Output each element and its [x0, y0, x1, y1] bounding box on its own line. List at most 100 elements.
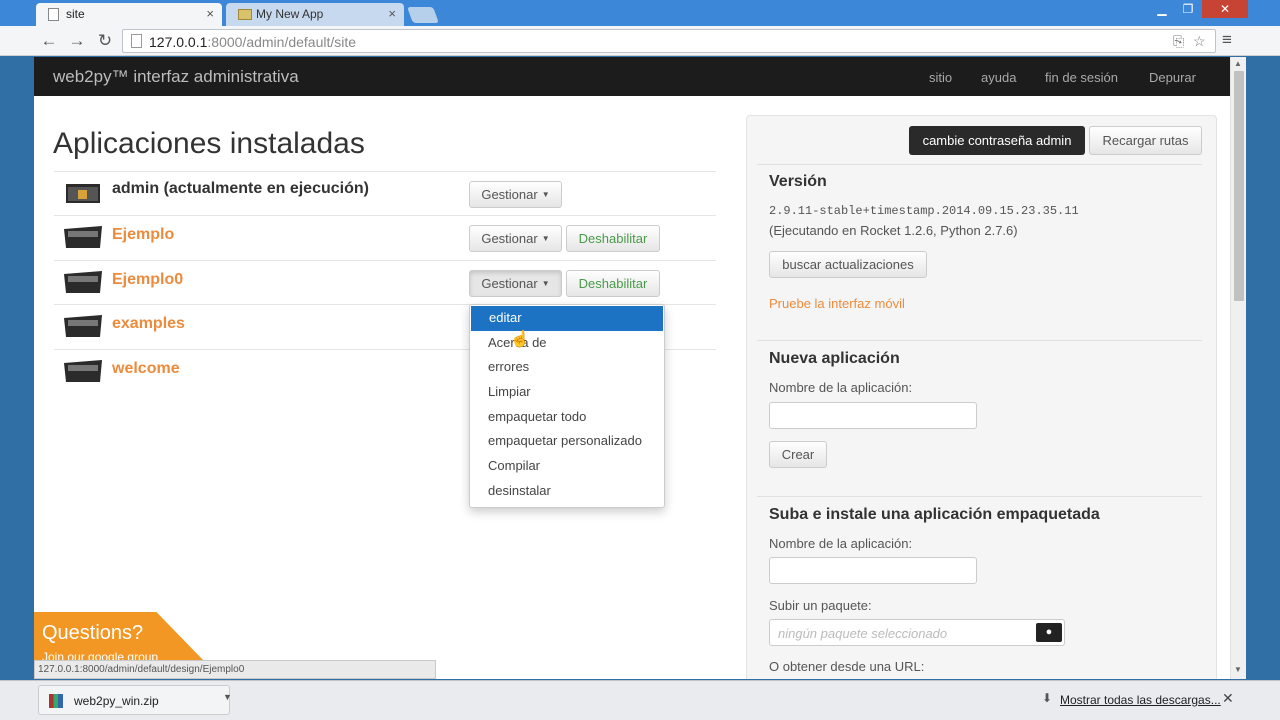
minimize-icon[interactable]: ▁: [1150, 0, 1174, 18]
file-placeholder: ningún paquete seleccionado: [778, 626, 948, 641]
menu-item-compilar[interactable]: Compilar: [470, 454, 664, 479]
caret-down-icon: ▼: [541, 279, 550, 288]
folder-icon: [64, 360, 102, 382]
app-name: admin (actualmente en ejecución): [112, 180, 369, 197]
scroll-up-icon[interactable]: ▲: [1234, 59, 1242, 68]
upload-package-label: Subir un paquete:: [769, 598, 872, 613]
page-icon: [48, 8, 59, 21]
menu-item-editar[interactable]: editar: [471, 306, 663, 331]
menu-item-desinstalar[interactable]: desinstalar: [470, 479, 664, 504]
change-admin-password-button[interactable]: cambie contraseña admin: [909, 126, 1085, 155]
download-icon: ⬇: [1042, 691, 1053, 705]
upload-app-name-input[interactable]: [769, 557, 977, 584]
nav-link-sitio[interactable]: sitio: [929, 70, 952, 85]
page-title: Aplicaciones instaladas: [53, 127, 365, 160]
folder-icon: [64, 271, 102, 293]
image-icon: [238, 9, 252, 20]
url-text: 127.0.0.1:8000/admin/default/site: [149, 34, 357, 50]
back-arrow-icon[interactable]: ←: [38, 30, 60, 52]
manage-button[interactable]: Gestionar ▼: [469, 270, 562, 297]
divider: [757, 164, 1202, 165]
app-row-ejemplo: Ejemplo Gestionar ▼ Deshabilitar: [54, 215, 716, 259]
manage-button[interactable]: Gestionar ▼: [469, 181, 562, 208]
disable-button[interactable]: Deshabilitar: [566, 270, 660, 297]
new-app-heading: Nueva aplicación: [769, 350, 900, 367]
nav-link-ayuda[interactable]: ayuda: [981, 70, 1016, 85]
menu-item-limpiar[interactable]: Limpiar: [470, 380, 664, 405]
tab-my-new-app[interactable]: My New App ×: [226, 3, 404, 26]
menu-item-acerca-de[interactable]: Acerca de: [470, 331, 664, 356]
window-close-icon[interactable]: ✕: [1202, 0, 1248, 18]
folder-icon: [64, 226, 102, 248]
app-row-ejemplo0: Ejemplo0 Gestionar ▼ Deshabilitar: [54, 260, 716, 304]
sidebar-panel: cambie contraseña admin Recargar rutas V…: [746, 115, 1217, 679]
app-link[interactable]: examples: [112, 315, 185, 333]
restore-icon[interactable]: ❐: [1176, 0, 1200, 18]
address-bar[interactable]: 127.0.0.1:8000/admin/default/site ⎘ ☆: [122, 29, 1216, 53]
runtime-info: (Ejecutando en Rocket 1.2.6, Python 2.7.…: [769, 223, 1018, 238]
nav-link-logout[interactable]: fin de sesión: [1045, 70, 1118, 85]
url-label: O obtener desde una URL:: [769, 659, 925, 674]
download-file-name: web2py_win.zip: [74, 694, 159, 708]
menu-item-empaquetar-personalizado[interactable]: empaquetar personalizado: [470, 429, 664, 454]
downloads-bar: web2py_win.zip ▼ ⬇ Mostrar todas las des…: [0, 680, 1280, 720]
questions-title: Questions?: [42, 622, 144, 644]
caret-down-icon: ▼: [541, 190, 550, 199]
menu-icon[interactable]: ≡: [1222, 30, 1232, 50]
menu-item-errores[interactable]: errores: [470, 355, 664, 380]
browser-toolbar: ← → ↻ 127.0.0.1:8000/admin/default/site …: [0, 26, 1280, 56]
close-icon[interactable]: ×: [206, 6, 214, 21]
app-link[interactable]: Ejemplo: [112, 226, 174, 244]
hand-cursor-icon: ☝: [510, 331, 530, 348]
app-name-label: Nombre de la aplicación:: [769, 380, 913, 395]
translate-icon[interactable]: ⎘: [1173, 33, 1184, 50]
tab-label: site: [66, 7, 85, 21]
page-icon: [131, 34, 142, 48]
new-tab-button[interactable]: [407, 7, 439, 23]
upload-heading: Suba e instale una aplicación empaquetad…: [769, 506, 1100, 523]
create-button[interactable]: Crear: [769, 441, 827, 468]
status-bar-url: 127.0.0.1:8000/admin/default/design/Ejem…: [34, 660, 436, 679]
manage-dropdown-menu: editar Acerca de errores Limpiar empaque…: [469, 304, 665, 508]
app-link[interactable]: Ejemplo0: [112, 271, 183, 289]
upload-app-name-label: Nombre de la aplicación:: [769, 536, 913, 551]
scroll-thumb[interactable]: [1234, 71, 1244, 301]
app-link[interactable]: welcome: [112, 360, 180, 378]
scroll-down-icon[interactable]: ▼: [1234, 665, 1242, 674]
close-icon[interactable]: ×: [388, 6, 396, 21]
locked-folder-icon: [66, 184, 100, 203]
tab-label: My New App: [256, 7, 324, 21]
reload-routes-button[interactable]: Recargar rutas: [1089, 126, 1202, 155]
divider: [757, 496, 1202, 497]
browser-tab-strip: site × My New App × ▁ ❐ ✕: [0, 0, 1280, 26]
show-all-downloads-link[interactable]: Mostrar todas las descargas...: [1060, 693, 1221, 707]
download-item[interactable]: web2py_win.zip ▼: [38, 685, 232, 715]
divider: [757, 340, 1202, 341]
top-navbar: web2py™ interfaz administrativa sitio ay…: [34, 57, 1230, 96]
vertical-scrollbar[interactable]: ▲ ▼: [1230, 57, 1246, 679]
mobile-interface-link[interactable]: Pruebe la interfaz móvil: [769, 296, 905, 311]
page-viewport: web2py™ interfaz administrativa sitio ay…: [34, 57, 1230, 679]
check-updates-button[interactable]: buscar actualizaciones: [769, 251, 927, 278]
app-row-admin: admin (actualmente en ejecución) Gestion…: [54, 171, 716, 215]
brand-title[interactable]: web2py™ interfaz administrativa: [53, 67, 299, 87]
close-icon[interactable]: ✕: [1222, 690, 1234, 707]
reload-icon[interactable]: ↻: [94, 30, 116, 52]
caret-down-icon: ▼: [541, 234, 550, 243]
new-app-name-input[interactable]: [769, 402, 977, 429]
folder-icon: [64, 315, 102, 337]
disable-button[interactable]: Deshabilitar: [566, 225, 660, 252]
menu-item-empaquetar-todo[interactable]: empaquetar todo: [470, 405, 664, 430]
forward-arrow-icon[interactable]: →: [66, 30, 88, 52]
tab-site[interactable]: site ×: [36, 3, 222, 26]
archive-icon: [49, 694, 63, 708]
package-file-input[interactable]: ningún paquete seleccionado ●: [769, 619, 1065, 646]
manage-button[interactable]: Gestionar ▼: [469, 225, 562, 252]
star-icon[interactable]: ☆: [1193, 33, 1206, 50]
version-value: 2.9.11-stable+timestamp.2014.09.15.23.35…: [769, 204, 1079, 218]
upload-icon[interactable]: ●: [1036, 623, 1062, 642]
nav-link-depurar[interactable]: Depurar: [1149, 70, 1196, 85]
version-heading: Versión: [769, 173, 827, 190]
chevron-down-icon[interactable]: ▼: [223, 692, 232, 702]
desktop-background: [1246, 57, 1280, 679]
